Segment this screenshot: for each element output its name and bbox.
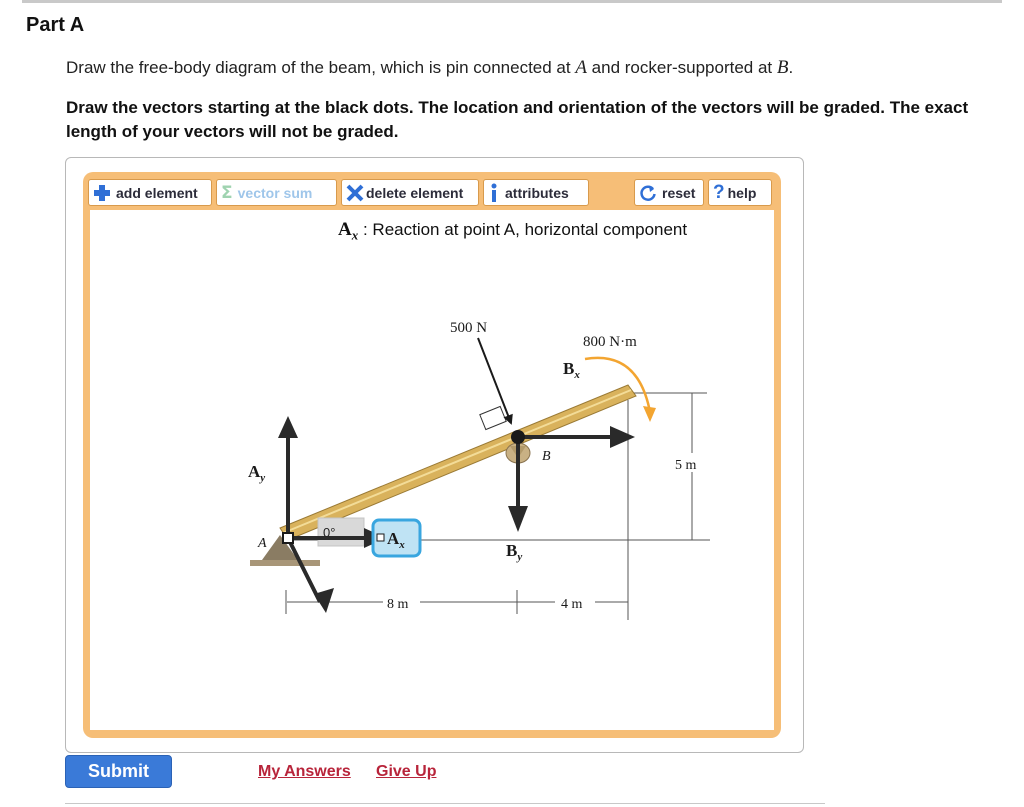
point-b-label: B [542,449,551,464]
vector-sum-button[interactable]: Σ vector sum [216,179,337,206]
point-a-label: A [257,536,267,551]
by-label: By [506,541,522,563]
applied-force-label: 500 N [450,320,487,336]
question-icon: ? [713,181,725,203]
ab-distance-label: 8 m [387,597,409,612]
moment-arrowhead [643,406,656,422]
b-end-distance-label: 4 m [561,597,583,612]
grading-instructions: Draw the vectors starting at the black d… [66,98,969,141]
close-icon [346,184,364,202]
part-title: Part A [26,14,85,36]
point-b-dot[interactable] [511,430,525,444]
point-a-dot[interactable] [282,532,294,544]
attributes-button[interactable]: attributes [483,179,589,206]
delete-element-button[interactable]: delete element [341,179,479,206]
vector-handle[interactable] [376,533,385,542]
height-dimension-label: 5 m [675,458,697,473]
help-button[interactable]: ? help [708,179,772,206]
instruction-text: Draw the free-body diagram of the beam, … [66,57,794,78]
beam [279,384,637,541]
info-icon [488,183,500,203]
ay-label: Ay [248,462,265,484]
reset-button[interactable]: reset [634,179,704,206]
reset-icon [639,184,657,202]
top-divider [22,0,1002,3]
bottom-divider [65,803,825,807]
applied-moment-label: 800 N·m [583,334,637,350]
add-element-button[interactable]: add element [88,179,212,206]
my-answers-link[interactable]: My Answers [258,763,351,781]
give-up-link[interactable]: Give Up [376,763,436,781]
beam-diagram: 500 N 800 N·m 5 m 8 m 4 m A B Ay Bx By A… [248,320,710,620]
sigma-icon: Σ [221,182,233,203]
vector-ay[interactable] [278,416,298,538]
plus-icon [93,184,111,202]
angle-value: 0° [323,525,335,540]
submit-button[interactable]: Submit [65,755,172,788]
bx-label: Bx [563,359,580,381]
